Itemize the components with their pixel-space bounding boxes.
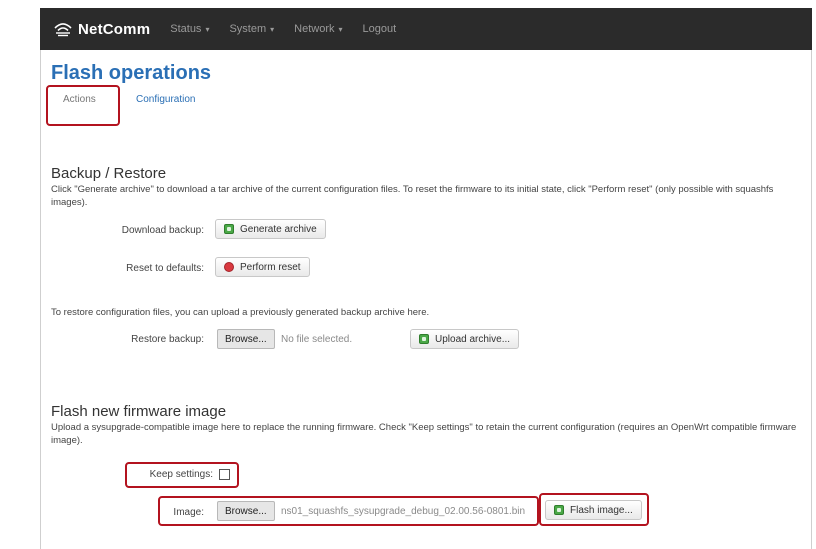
backup-heading: Backup / Restore [51, 165, 167, 182]
highlight-actions-tab [46, 85, 120, 126]
top-navbar: NetComm Status ▾ System ▾ Network ▾ Logo… [40, 8, 812, 50]
wifi-logo-icon [54, 23, 72, 37]
image-label: Image: [173, 507, 204, 518]
flash-icon [554, 505, 564, 515]
nav-logout[interactable]: Logout [363, 23, 397, 35]
generate-archive-label: Generate archive [240, 223, 317, 235]
upload-archive-label: Upload archive... [435, 333, 511, 345]
upload-archive-button[interactable]: Upload archive... [410, 329, 520, 349]
flash-image-label: Flash image... [570, 504, 633, 516]
caret-down-icon: ▾ [270, 24, 275, 34]
flash-heading: Flash new firmware image [51, 403, 227, 420]
nav-system-label: System [229, 23, 267, 35]
archive-icon [224, 224, 234, 234]
restore-note: To restore configuration files, you can … [51, 307, 430, 318]
perform-reset-label: Perform reset [240, 261, 301, 273]
tab-bar: Actions Configuration [51, 88, 811, 118]
nav-logout-label: Logout [362, 23, 397, 35]
backup-description: Click "Generate archive" to download a t… [51, 184, 774, 208]
nav-system[interactable]: System ▾ [229, 23, 274, 35]
download-backup-label: Download backup: [121, 225, 204, 236]
tab-configuration[interactable]: Configuration [136, 94, 195, 105]
image-file-name: ns01_squashfs_sysupgrade_debug_02.00.56-… [281, 506, 526, 517]
flash-description: Upload a sysupgrade-compatible image her… [51, 422, 797, 446]
nav-status-label: Status [170, 23, 202, 35]
caret-down-icon: ▾ [205, 24, 210, 34]
nav-network-label: Network [294, 23, 335, 35]
flash-image-button[interactable]: Flash image... [545, 500, 642, 520]
perform-reset-button[interactable]: Perform reset [215, 257, 310, 277]
reset-icon [224, 262, 234, 272]
nav-status[interactable]: Status ▾ [170, 23, 209, 35]
brand-logo[interactable]: NetComm [54, 21, 150, 38]
generate-archive-button[interactable]: Generate archive [215, 219, 326, 239]
restore-file-status: No file selected. [281, 334, 353, 345]
reset-defaults-label: Reset to defaults: [126, 263, 204, 274]
caret-down-icon: ▾ [338, 24, 343, 34]
brand-name: NetComm [78, 20, 151, 38]
upload-icon [419, 334, 429, 344]
page-title: Flash operations [51, 62, 212, 84]
keep-settings-label: Keep settings: [149, 469, 213, 480]
restore-backup-label: Restore backup: [131, 334, 204, 345]
nav-network[interactable]: Network ▾ [294, 23, 342, 35]
restore-browse-button[interactable]: Browse... [217, 329, 275, 349]
image-browse-button[interactable]: Browse... [217, 501, 275, 521]
keep-settings-checkbox[interactable] [219, 469, 230, 480]
